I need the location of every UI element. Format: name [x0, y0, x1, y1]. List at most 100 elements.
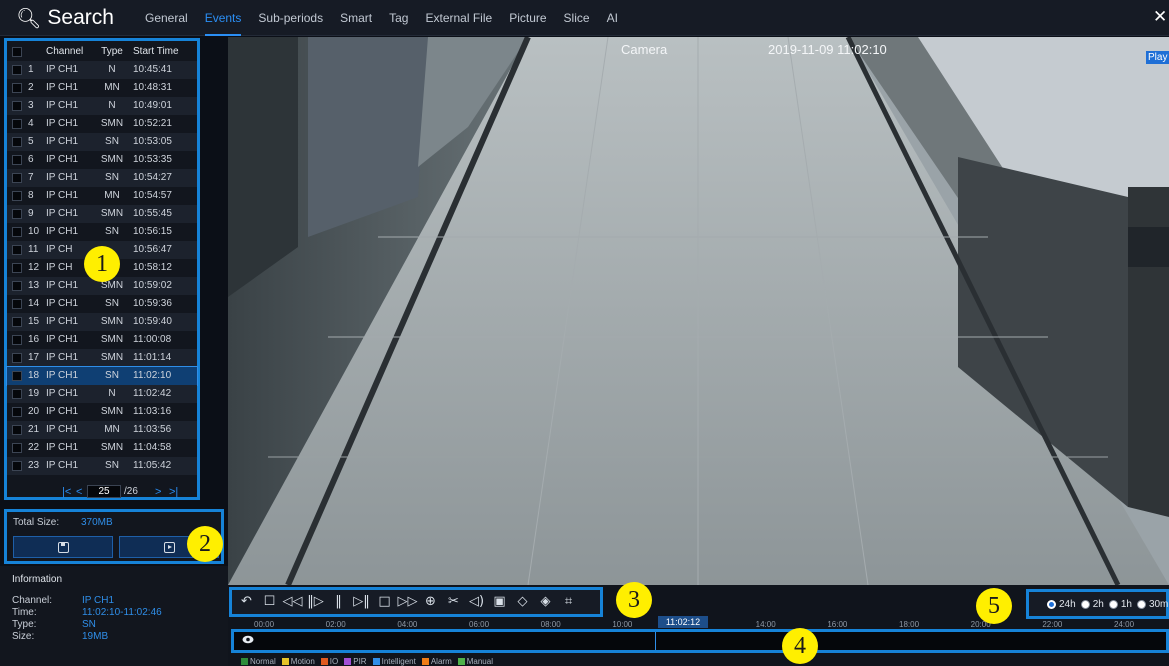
row-channel: IP CH1: [46, 100, 79, 111]
event-row[interactable]: 3 IP CH1 N 10:49:01: [7, 97, 197, 115]
crop-icon[interactable]: ⌗: [558, 592, 579, 612]
event-row[interactable]: 14 IP CH1 SN 10:59:36: [7, 295, 197, 313]
rewind-icon[interactable]: ◁◁: [282, 592, 303, 612]
tab-ai[interactable]: AI: [607, 0, 618, 36]
volume-icon[interactable]: ◁): [466, 592, 487, 612]
event-row[interactable]: 4 IP CH1 SMN 10:52:21: [7, 115, 197, 133]
pause-icon[interactable]: ‖: [328, 592, 349, 612]
timescale-30m[interactable]: 30m: [1136, 599, 1168, 610]
tab-sub-periods[interactable]: Sub-periods: [258, 0, 323, 36]
tab-slice[interactable]: Slice: [564, 0, 590, 36]
last-page-button[interactable]: >|: [169, 486, 178, 498]
row-checkbox[interactable]: [12, 299, 22, 309]
legend-item: Normal: [241, 656, 276, 666]
timescale-1h[interactable]: 1h: [1108, 599, 1132, 610]
row-start-time: 10:55:45: [133, 208, 172, 219]
row-checkbox[interactable]: [12, 173, 22, 183]
tab-general[interactable]: General: [145, 0, 188, 36]
event-row[interactable]: 17 IP CH1 SMN 11:01:14: [7, 349, 197, 367]
fast-forward-icon[interactable]: ▷▷: [397, 592, 418, 612]
total-size-label: Total Size:: [13, 517, 60, 528]
timeline-cursor[interactable]: [655, 632, 657, 650]
row-checkbox[interactable]: [12, 65, 22, 75]
row-checkbox[interactable]: [12, 119, 22, 129]
first-page-button[interactable]: |<: [62, 486, 71, 498]
event-list-header: Channel Type Start Time: [7, 43, 197, 61]
event-row[interactable]: 9 IP CH1 SMN 10:55:45: [7, 205, 197, 223]
callout-2: 2: [187, 526, 223, 562]
page-input[interactable]: 25: [87, 485, 121, 498]
row-type: SMN: [100, 442, 124, 453]
row-checkbox[interactable]: [12, 371, 22, 381]
row-checkbox[interactable]: [12, 335, 22, 345]
row-checkbox[interactable]: [12, 443, 22, 453]
event-row[interactable]: 16 IP CH1 SMN 11:00:08: [7, 331, 197, 349]
row-channel: IP CH: [46, 262, 73, 273]
row-checkbox[interactable]: [12, 461, 22, 471]
row-start-time: 11:03:56: [133, 424, 172, 435]
close-icon[interactable]: ✕: [1153, 7, 1169, 27]
tab-events[interactable]: Events: [204, 0, 242, 36]
event-row[interactable]: 1 IP CH1 N 10:45:41: [7, 61, 197, 79]
row-channel: IP CH1: [46, 136, 79, 147]
row-checkbox[interactable]: [12, 227, 22, 237]
tab-external-file[interactable]: External File: [425, 0, 492, 36]
row-checkbox[interactable]: [12, 209, 22, 219]
timescale-2h[interactable]: 2h: [1080, 599, 1104, 610]
event-row[interactable]: 19 IP CH1 N 11:02:42: [7, 385, 197, 403]
event-row[interactable]: 21 IP CH1 MN 11:03:56: [7, 421, 197, 439]
event-row[interactable]: 20 IP CH1 SMN 11:03:16: [7, 403, 197, 421]
prev-page-button[interactable]: <: [76, 486, 82, 498]
row-start-time: 10:52:21: [133, 118, 172, 129]
event-row[interactable]: 2 IP CH1 MN 10:48:31: [7, 79, 197, 97]
timescale-24h[interactable]: 24h: [1047, 599, 1076, 610]
cut-icon[interactable]: ✂: [443, 592, 464, 612]
timeline-tick: 10:00: [612, 620, 633, 629]
tab-bar: General Events Sub-periods Smart Tag External…: [145, 0, 618, 36]
tab-tag[interactable]: Tag: [389, 0, 408, 36]
event-row[interactable]: 8 IP CH1 MN 10:54:57: [7, 187, 197, 205]
event-row[interactable]: 6 IP CH1 SMN 10:53:35: [7, 151, 197, 169]
save-button[interactable]: [13, 536, 113, 558]
row-checkbox[interactable]: [12, 245, 22, 255]
row-checkbox[interactable]: [12, 425, 22, 435]
snapshot-icon[interactable]: ▣: [489, 592, 510, 612]
fullscreen-icon[interactable]: ☐: [259, 592, 280, 612]
event-row[interactable]: 15 IP CH1 SMN 10:59:40: [7, 313, 197, 331]
camera-view[interactable]: Camera 2019-11-09 11:02:10 Play: [228, 37, 1169, 585]
event-row[interactable]: 10 IP CH1 SN 10:56:15: [7, 223, 197, 241]
event-row[interactable]: 5 IP CH1 SN 10:53:05: [7, 133, 197, 151]
current-time-label: 11:02:12: [658, 616, 708, 628]
row-number: 7: [28, 172, 34, 183]
row-checkbox[interactable]: [12, 281, 22, 291]
step-play-icon[interactable]: ‖▷: [305, 592, 326, 612]
tab-smart[interactable]: Smart: [340, 0, 372, 36]
row-checkbox[interactable]: [12, 407, 22, 417]
eye-icon[interactable]: [242, 635, 254, 644]
row-checkbox[interactable]: [12, 263, 22, 273]
row-checkbox[interactable]: [12, 353, 22, 363]
event-row[interactable]: 22 IP CH1 SMN 11:04:58: [7, 439, 197, 457]
row-checkbox[interactable]: [12, 137, 22, 147]
row-type: N: [108, 100, 116, 111]
row-checkbox[interactable]: [12, 83, 22, 93]
timeline-bar[interactable]: [231, 629, 1169, 653]
row-checkbox[interactable]: [12, 155, 22, 165]
custom-tag-icon[interactable]: ◈: [535, 592, 556, 612]
next-page-button[interactable]: >: [155, 486, 161, 498]
row-type: SN: [105, 370, 119, 381]
tag-icon[interactable]: ◇: [512, 592, 533, 612]
row-checkbox[interactable]: [12, 191, 22, 201]
stop-icon[interactable]: □: [374, 592, 395, 612]
select-all-checkbox[interactable]: [12, 47, 22, 57]
row-checkbox[interactable]: [12, 389, 22, 399]
step-forward-icon[interactable]: ▷‖: [351, 592, 372, 612]
tab-picture[interactable]: Picture: [509, 0, 546, 36]
event-row[interactable]: 7 IP CH1 SN 10:54:27: [7, 169, 197, 187]
row-checkbox[interactable]: [12, 101, 22, 111]
back-icon[interactable]: ↶: [236, 592, 257, 612]
zoom-icon[interactable]: ⊕: [420, 592, 441, 612]
event-row[interactable]: 23 IP CH1 SN 11:05:42: [7, 457, 197, 475]
event-row[interactable]: 18 IP CH1 SN 11:02:10: [6, 366, 198, 386]
row-checkbox[interactable]: [12, 317, 22, 327]
